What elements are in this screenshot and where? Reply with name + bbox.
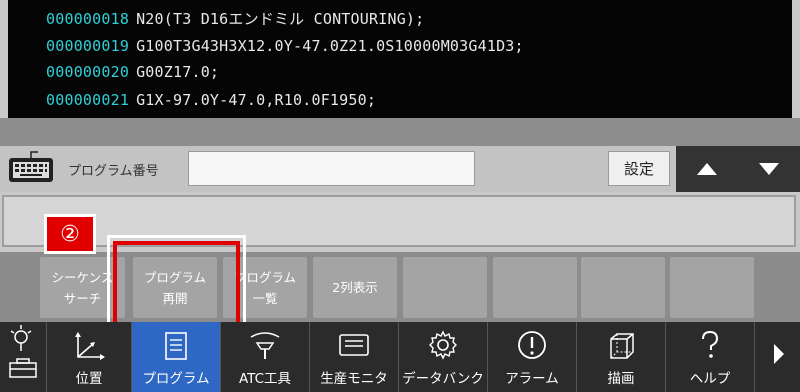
nav-label: 位置 [75,371,103,387]
set-button[interactable]: 設定 [608,151,670,186]
empty-softkey[interactable] [670,257,754,318]
nav-label: 描画 [607,371,635,387]
divider-strip [0,118,800,146]
program-number-input[interactable] [188,151,475,186]
softkey-label: 2列表示 [332,280,378,295]
keyboard-icon[interactable] [8,150,54,186]
nav-position[interactable]: 位置 [46,322,131,392]
nav-label: アラーム [505,371,559,387]
empty-softkey[interactable] [403,257,487,318]
softkey-label: シーケンス [51,269,114,285]
nav-program[interactable]: プログラム [131,322,220,392]
nav-next-button[interactable] [754,322,800,392]
code-line: 000000021 G1X-97.0Y-47.0,R10.0F1950; [46,91,377,109]
step-number-badge: ② [44,214,96,254]
code-line: 000000019 G100T3G43H3X12.0Y-47.0Z21.0S100… [46,37,524,55]
triangle-down-icon [759,163,779,175]
machine-light-toolbox-icon [9,324,37,378]
monitor-icon [339,334,369,356]
atc-tool-icon [250,332,280,359]
nav-label: データバンク [402,371,484,387]
nav-drawing[interactable]: 描画 [576,322,665,392]
softkey-label: サーチ [63,290,102,306]
gear-icon [429,330,457,360]
scroll-down-button[interactable] [738,146,800,192]
nav-label: 生産モニタ [320,371,388,387]
axes-icon [75,332,105,360]
empty-softkey[interactable] [581,257,665,318]
nav-production-monitor[interactable]: 生産モニタ [309,322,398,392]
operation-panel-button[interactable] [0,322,46,392]
program-icon [165,332,187,360]
triangle-up-icon [697,163,717,175]
program-code-view[interactable]: 000000018 N20(T3 D16エンドミル CONTOURING); 00… [8,0,792,118]
two-column-softkey[interactable]: 2列表示 [313,257,397,318]
nav-label: ATC工具 [238,371,292,387]
empty-softkey[interactable] [493,257,577,318]
softkey-label: 一覧 [252,290,278,306]
nav-label: プログラム [142,371,210,387]
nav-alarm[interactable]: アラーム [487,322,576,392]
alarm-icon [518,331,546,359]
help-icon [702,330,719,358]
code-line: 000000020 G00Z17.0; [46,63,220,81]
chevron-right-icon [773,344,784,364]
program-number-label: プログラム番号 [68,164,159,179]
nav-data-bank[interactable]: データバンク [398,322,487,392]
nav-label: ヘルプ [689,371,731,387]
scroll-up-button[interactable] [676,146,738,192]
cube-icon [610,333,634,359]
highlight-box [107,235,246,332]
nav-help[interactable]: ヘルプ [665,322,754,392]
nav-atc-tool[interactable]: ATC工具 [220,322,309,392]
code-line: 000000018 N20(T3 D16エンドミル CONTOURING); [46,10,425,28]
